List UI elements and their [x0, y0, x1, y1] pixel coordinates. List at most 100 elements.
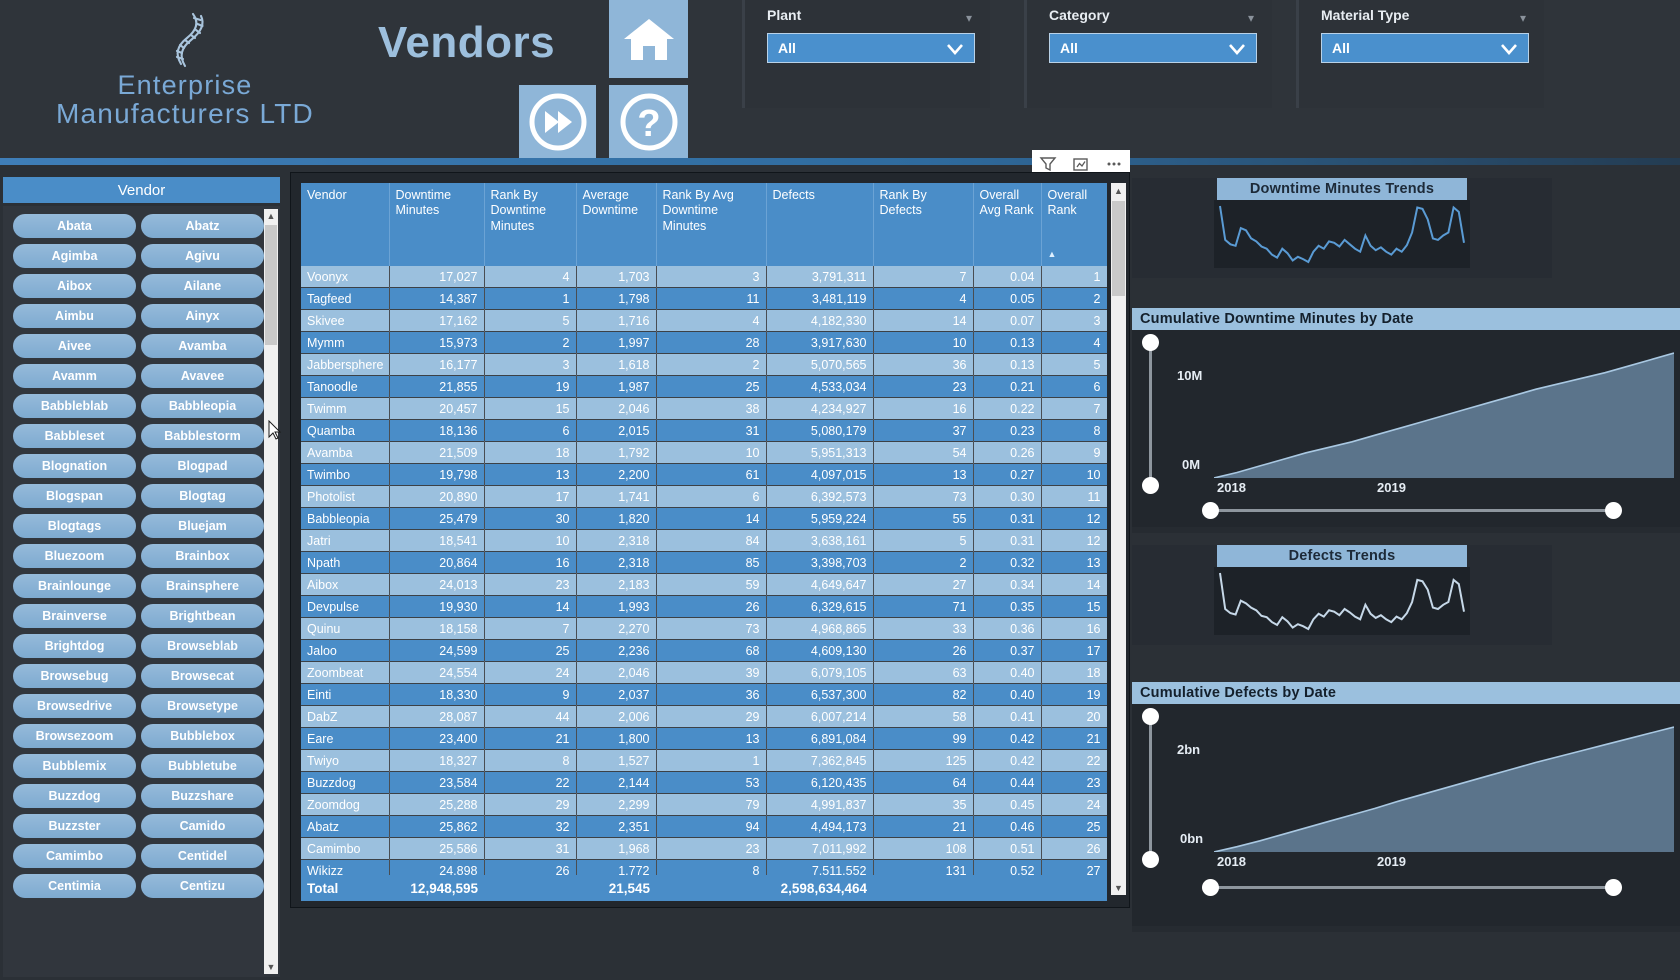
table-row[interactable]: Buzzdog 23,584 22 2,144 53 6,120,435 64 0.44 23	[301, 771, 1107, 795]
downtime-minutes-trends-plot[interactable]	[1214, 200, 1470, 268]
slicer-material-type-collapse-icon[interactable]: ▾	[1520, 11, 1526, 25]
table-scroll-thumb[interactable]	[1112, 201, 1125, 296]
vendor-slicer-button[interactable]: Centimia	[13, 874, 136, 898]
defects-slider-knob-top[interactable]	[1142, 708, 1159, 725]
vendor-slicer-button[interactable]: Blogpad	[141, 454, 264, 478]
vendor-slicer-button[interactable]: Buzzshare	[141, 784, 264, 808]
vendor-slicer-button[interactable]: Avavee	[141, 364, 264, 388]
table-row[interactable]: Aibox 24,013 23 2,183 59 4,649,647 27 0.34 14	[301, 573, 1107, 597]
vendor-slicer-button[interactable]: Blognation	[13, 454, 136, 478]
defects-slider-knob-bottom[interactable]	[1142, 851, 1159, 868]
vendor-slicer-button[interactable]: Camimbo	[13, 844, 136, 868]
table-row[interactable]: Quinu 18,158 7 2,270 73 4,968,865 33 0.36 16	[301, 617, 1107, 641]
vendor-slicer-button[interactable]: Brightdog	[13, 634, 136, 658]
home-button[interactable]	[609, 0, 688, 78]
table-column-header[interactable]: Overall Avg Rank	[973, 183, 1042, 266]
downtime-slider-knob-bottom[interactable]	[1142, 477, 1159, 494]
vendor-slicer-button[interactable]: Bluejam	[141, 514, 264, 538]
table-column-header[interactable]: Average Downtime	[576, 183, 657, 266]
table-row[interactable]: Devpulse 19,930 14 1,993 26 6,329,615 71 0.35 15	[301, 595, 1107, 619]
vendor-slicer-button[interactable]: Bluezoom	[13, 544, 136, 568]
vendor-slicer-button[interactable]: Ainyx	[141, 304, 264, 328]
vendor-slicer-button[interactable]: Babbleopia	[141, 394, 264, 418]
table-row[interactable]: Jabbersphere 16,177 3 1,618 2 5,070,565 36 0.13…	[301, 353, 1107, 377]
help-button[interactable]: ?	[609, 85, 688, 158]
vendor-slicer-button[interactable]: Bubbletube	[141, 754, 264, 778]
vendor-slicer-button[interactable]: Bubblebox	[141, 724, 264, 748]
vendor-slicer-button[interactable]: Browsebug	[13, 664, 136, 688]
defects-horizontal-range-slider[interactable]	[1202, 879, 1622, 896]
vendor-slicer-button[interactable]: Brainbox	[141, 544, 264, 568]
vendor-slicer-button[interactable]: Buzzster	[13, 814, 136, 838]
vendor-slicer-button[interactable]: Ailane	[141, 274, 264, 298]
table-column-header[interactable]: Rank By Defects	[873, 183, 974, 266]
vendor-slicer-button[interactable]: Avamba	[141, 334, 264, 358]
vendor-slicer-button[interactable]: Blogtags	[13, 514, 136, 538]
defects-hslider-knob-left[interactable]	[1202, 879, 1219, 896]
defects-vertical-range-slider[interactable]	[1142, 708, 1159, 868]
table-column-header[interactable]: Vendor	[301, 183, 390, 266]
defects-hslider-knob-right[interactable]	[1605, 879, 1622, 896]
vendor-slicer-button[interactable]: Aibox	[13, 274, 136, 298]
slicer-plant-collapse-icon[interactable]: ▾	[966, 11, 972, 25]
vendor-slicer-button[interactable]: Browsetype	[141, 694, 264, 718]
table-row[interactable]: Babbleopia 25,479 30 1,820 14 5,959,224 55 0.31…	[301, 507, 1107, 531]
defects-trends-plot[interactable]	[1214, 567, 1470, 635]
table-row[interactable]: DabZ 28,087 44 2,006 29 6,007,214 58 0.41 20	[301, 705, 1107, 729]
table-row[interactable]: Camimbo 25,586 31 1,968 23 7,011,992 108 0.51 26	[301, 837, 1107, 861]
table-row[interactable]: Npath 20,864 16 2,318 85 3,398,703 2 0.32 13	[301, 551, 1107, 575]
slicer-material-type-dropdown[interactable]: All	[1321, 33, 1529, 63]
vendor-slicer-button[interactable]: Babblestorm	[141, 424, 264, 448]
table-row[interactable]: Avamba 21,509 18 1,792 10 5,951,313 54 0.26 9	[301, 441, 1107, 465]
scroll-up-icon[interactable]: ▲	[264, 209, 278, 223]
vendor-slicer-button[interactable]: Avamm	[13, 364, 136, 388]
vendor-slicer-button[interactable]: Centidel	[141, 844, 264, 868]
table-row[interactable]: Twimm 20,457 15 2,046 38 4,234,927 16 0.22 7	[301, 397, 1107, 421]
vendor-slicer-button[interactable]: Brainsphere	[141, 574, 264, 598]
vendor-slicer-button[interactable]: Agimba	[13, 244, 136, 268]
vendor-slicer-button[interactable]: Agivu	[141, 244, 264, 268]
vendor-slicer-button[interactable]: Blogspan	[13, 484, 136, 508]
vendor-slicer-button[interactable]: Brightbean	[141, 604, 264, 628]
slicer-category-dropdown[interactable]: All	[1049, 33, 1257, 63]
vendor-scrollbar[interactable]: ▲ ▼	[264, 209, 278, 974]
vendor-slicer-button[interactable]: Aimbu	[13, 304, 136, 328]
vendor-slicer-button[interactable]: Buzzdog	[13, 784, 136, 808]
table-column-header[interactable]: Rank By Downtime Minutes	[484, 183, 577, 266]
vendor-slicer-button[interactable]: Bubblemix	[13, 754, 136, 778]
downtime-slider-knob-top[interactable]	[1142, 334, 1159, 351]
table-row[interactable]: Tanoodle 21,855 19 1,987 25 4,533,034 23 0.21 6	[301, 375, 1107, 399]
downtime-hslider-knob-left[interactable]	[1202, 502, 1219, 519]
scroll-down-icon[interactable]: ▼	[264, 960, 278, 974]
table-column-header[interactable]: Rank By Avg Downtime Minutes	[656, 183, 767, 266]
vendor-slicer-button[interactable]: Browseblab	[141, 634, 264, 658]
table-row[interactable]: Photolist 20,890 17 1,741 6 6,392,573 73 0.30 11	[301, 485, 1107, 509]
next-page-button[interactable]	[519, 85, 596, 158]
vendor-slicer-button[interactable]: Abatz	[141, 214, 264, 238]
vendor-slicer-button[interactable]: Camido	[141, 814, 264, 838]
vendor-slicer-button[interactable]: Babbleset	[13, 424, 136, 448]
table-scroll-up-icon[interactable]: ▲	[1111, 183, 1126, 198]
downtime-hslider-knob-right[interactable]	[1605, 502, 1622, 519]
vendor-slicer-button[interactable]: Brainlounge	[13, 574, 136, 598]
vendor-slicer-button[interactable]: Centizu	[141, 874, 264, 898]
slicer-category-collapse-icon[interactable]: ▾	[1248, 11, 1254, 25]
table-row[interactable]: Abatz 25,862 32 2,351 94 4,494,173 21 0.46 25	[301, 815, 1107, 839]
table-row[interactable]: Zoombeat 24,554 24 2,046 39 6,079,105 63 0.40 18	[301, 661, 1107, 685]
vendor-slicer-button[interactable]: Browsezoom	[13, 724, 136, 748]
vendor-slicer-button[interactable]: Abata	[13, 214, 136, 238]
downtime-horizontal-range-slider[interactable]	[1202, 502, 1622, 519]
vendor-slicer-button[interactable]: Babbleblab	[13, 394, 136, 418]
vendor-slicer-button[interactable]: Browsecat	[141, 664, 264, 688]
vendor-slicer-button[interactable]: Blogtag	[141, 484, 264, 508]
table-column-header[interactable]: Overall Rank ▲	[1041, 183, 1107, 266]
table-row[interactable]: Tagfeed 14,387 1 1,798 11 3,481,119 4 0.05 2	[301, 287, 1107, 311]
downtime-vertical-range-slider[interactable]	[1142, 334, 1159, 494]
table-scrollbar[interactable]: ▲ ▼	[1111, 183, 1126, 895]
vendor-slicer-button[interactable]: Aivee	[13, 334, 136, 358]
table-row[interactable]: Twimbo 19,798 13 2,200 61 4,097,015 13 0.27 10	[301, 463, 1107, 487]
table-row[interactable]: Jaloo 24,599 25 2,236 68 4,609,130 26 0.37 17	[301, 639, 1107, 663]
cumulative-downtime-minutes-plot[interactable]: 10M 0M 2018 2019	[1132, 330, 1680, 527]
vendor-slicer-button[interactable]: Browsedrive	[13, 694, 136, 718]
table-row[interactable]: Twiyo 18,327 8 1,527 1 7,362,845 125 0.42 22	[301, 749, 1107, 773]
